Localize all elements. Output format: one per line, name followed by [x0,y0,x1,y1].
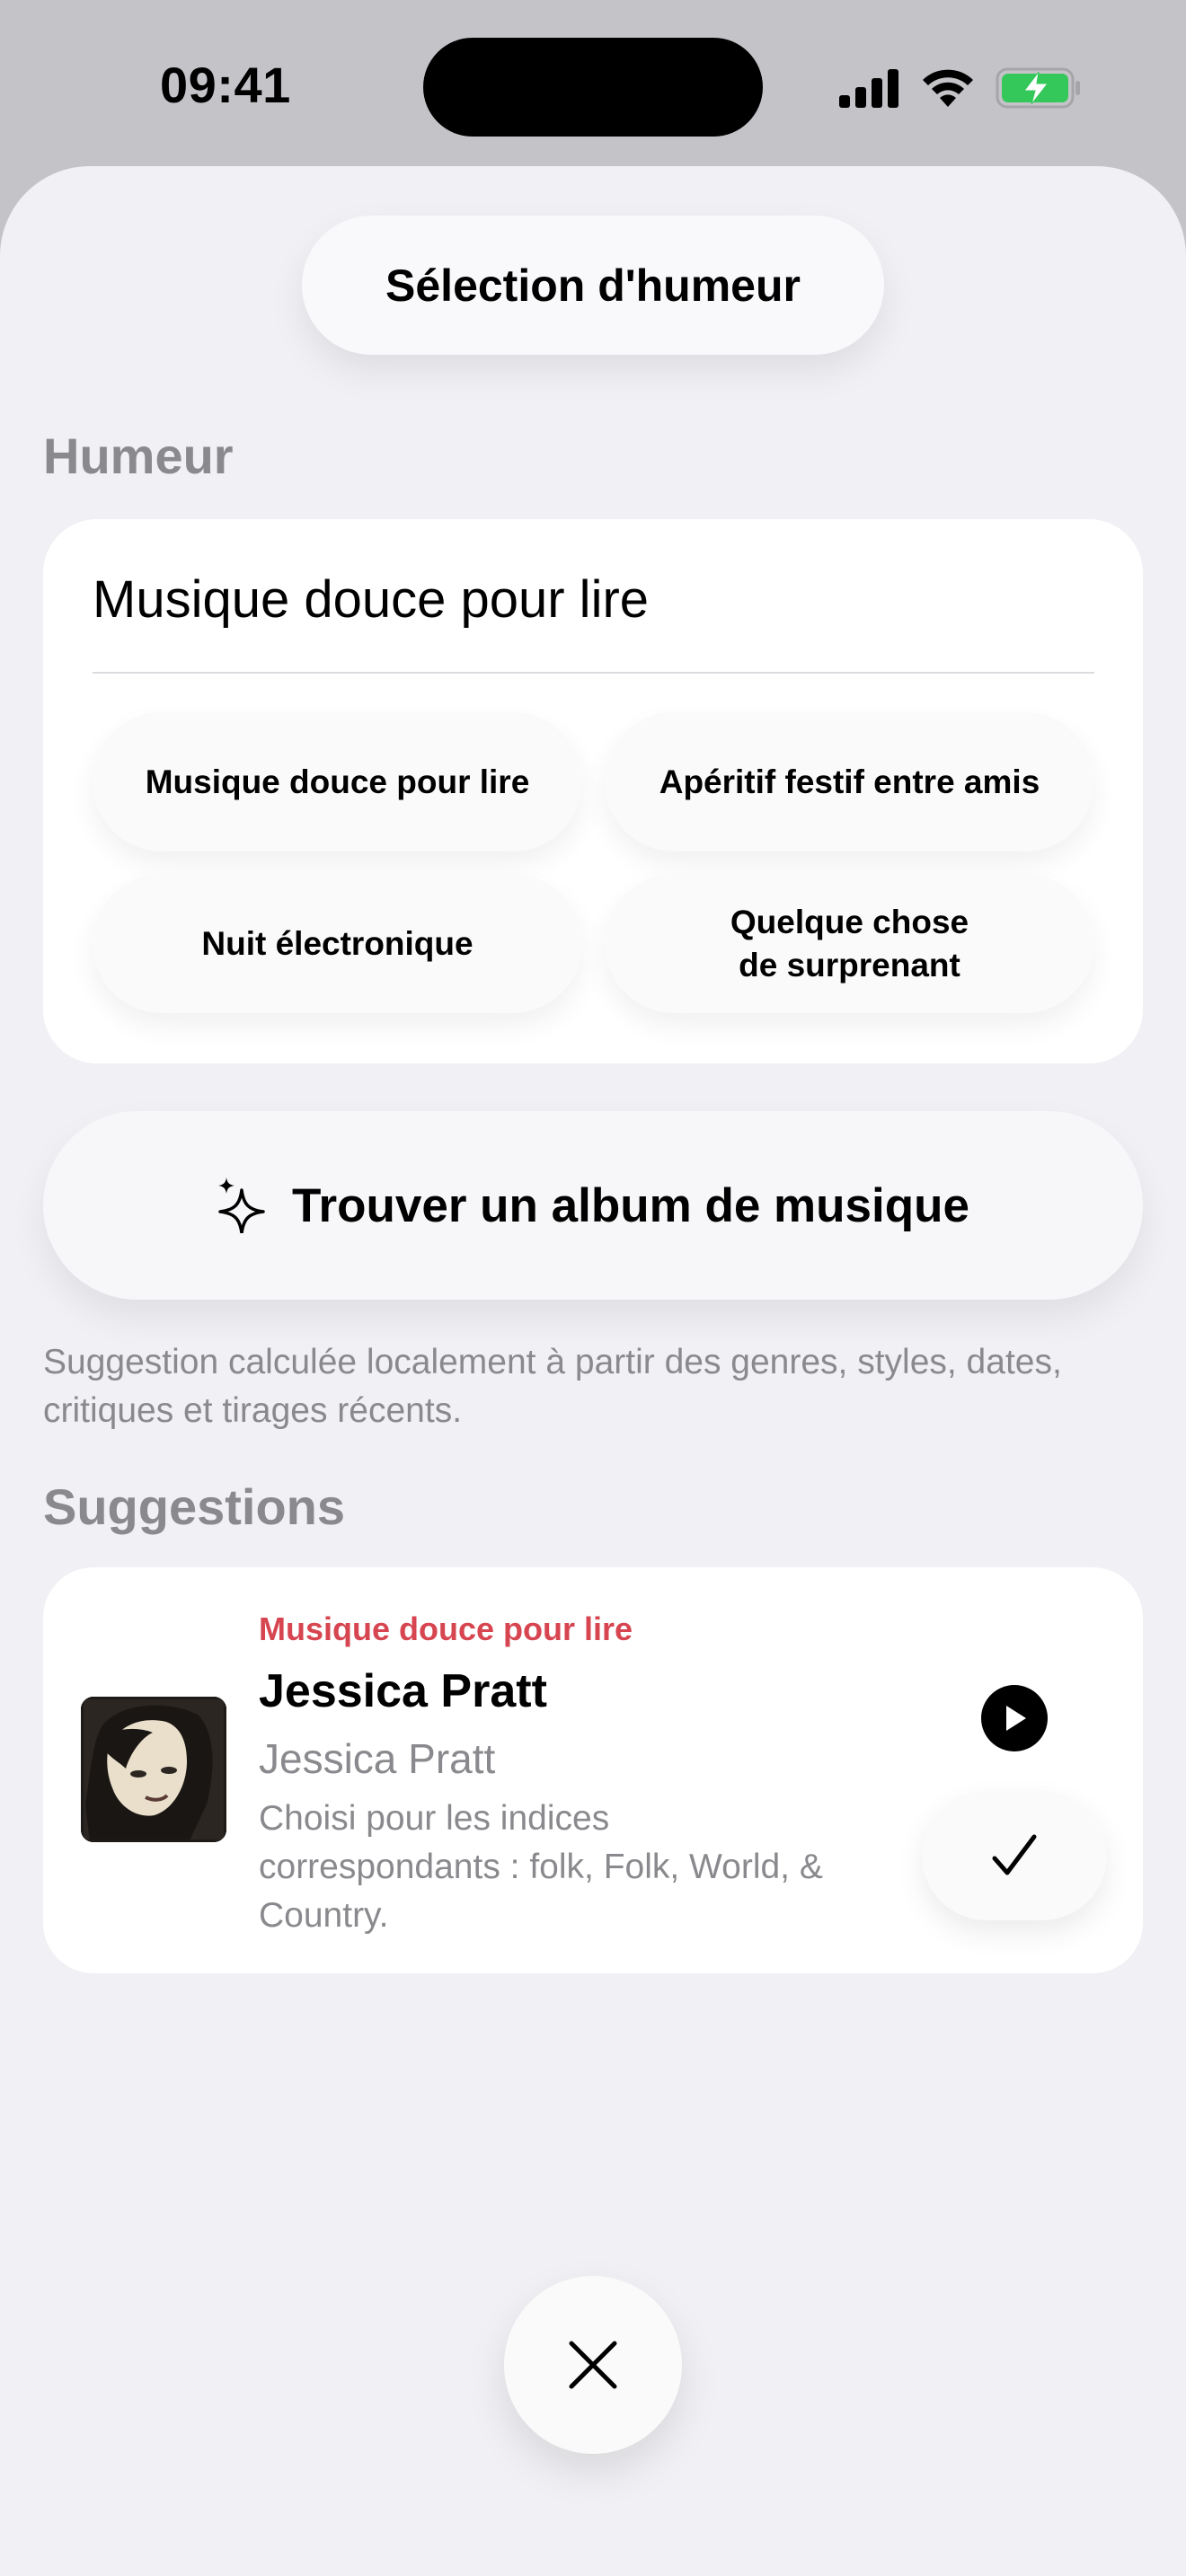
suggestion-artist: Jessica Pratt [259,1735,496,1782]
mood-section-label: Humeur [43,428,234,484]
mood-chip-electronic-night[interactable]: Nuit électronique [93,874,582,1013]
mood-chip-label: Quelque chose de surprenant [730,903,969,984]
find-album-label: Trouver un album de musique [292,1178,969,1232]
close-button[interactable] [504,2276,682,2454]
battery-charging-icon [996,67,1080,109]
suggestion-title: Jessica Pratt [259,1665,547,1717]
dynamic-island [423,38,763,137]
mood-chip-label: Nuit électronique [201,924,474,962]
mood-chip-label: Musique douce pour lire [145,763,530,800]
mood-chip-soft-reading[interactable]: Musique douce pour lire [93,712,582,851]
play-icon [1006,1706,1026,1731]
checkmark-icon [992,1834,1037,1875]
mood-sheet: Sélection d'humeur Humeur Musique douce … [0,166,1186,2576]
status-bar: 09:41 [0,0,1186,171]
mood-chip-surprise[interactable]: Quelque chose de surprenant [605,874,1094,1013]
album-art [81,1697,226,1842]
mood-chip-aperitif[interactable]: Apéritif festif entre amis [605,712,1094,851]
sheet-title: Sélection d'humeur [302,216,884,355]
signal-icon [839,69,898,108]
wifi-icon [923,69,973,107]
mood-input[interactable]: Musique douce pour lire [93,569,1094,630]
mood-input-divider [93,672,1094,674]
mood-chip-label: Apéritif festif entre amis [659,763,1040,800]
accept-suggestion-button[interactable] [922,1791,1107,1920]
screen: 09:41 Sélection d'humeur Humeur Musique … [0,0,1186,2576]
play-button[interactable] [981,1685,1048,1751]
close-icon [569,2341,617,2389]
mood-card: Musique douce pour lire Musique douce po… [43,519,1143,1063]
status-icons [837,63,1082,113]
suggestion-mood: Musique douce pour lire [259,1610,633,1647]
suggestion-footnote: Suggestion calculée localement à partir … [43,1343,1062,1430]
suggestions-section-label: Suggestions [43,1478,346,1535]
sparkles-icon [218,1178,265,1233]
status-time: 09:41 [160,57,291,113]
suggestion-reason: Choisi pour les indices correspondants :… [259,1799,823,1935]
find-album-button[interactable]: Trouver un album de musique [43,1111,1143,1300]
